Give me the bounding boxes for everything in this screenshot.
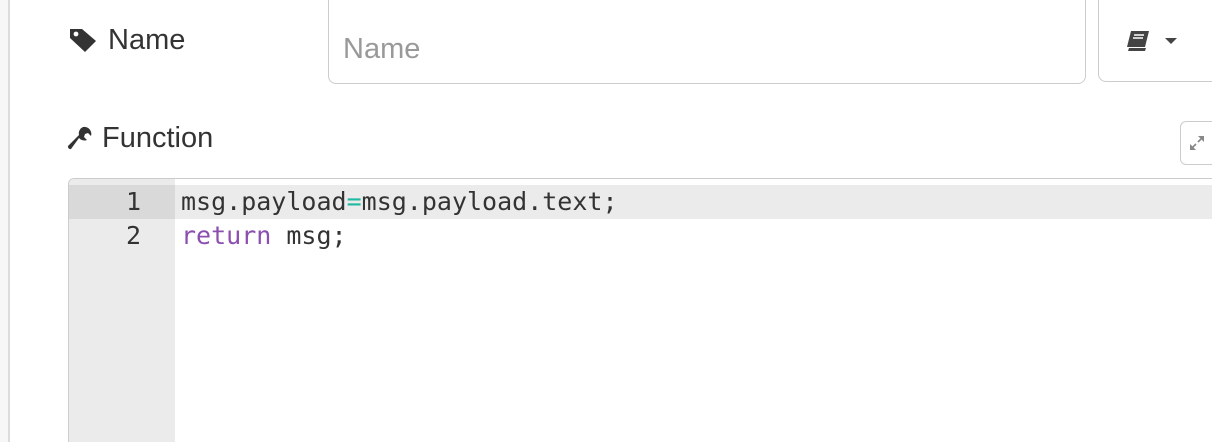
code-editor[interactable]: 1 msg.payload=msg.payload.text; 2 return… <box>68 178 1212 442</box>
code-line[interactable]: 2 return msg; <box>69 219 1212 253</box>
code-text: msg.payload=msg.payload.text; <box>181 185 618 219</box>
expand-editor-button[interactable] <box>1180 121 1212 165</box>
wrench-icon <box>67 126 92 150</box>
name-label: Name <box>68 20 185 60</box>
icon-selector-button[interactable] <box>1098 0 1212 82</box>
code-token: msg; <box>271 221 347 250</box>
name-input[interactable] <box>328 0 1086 84</box>
book-icon <box>1127 30 1149 51</box>
name-label-text: Name <box>108 23 186 56</box>
code-token: msg.payload <box>181 187 347 216</box>
function-label: Function <box>66 118 213 158</box>
code-token-operator: = <box>346 187 362 216</box>
panel-left-edge <box>0 0 10 442</box>
code-line[interactable]: 1 msg.payload=msg.payload.text; <box>69 185 1212 219</box>
caret-down-icon <box>1165 37 1177 44</box>
function-label-text: Function <box>102 121 214 154</box>
expand-icon <box>1190 136 1204 150</box>
code-token-keyword: return <box>181 221 272 250</box>
function-node-editor: Name Function 1 msg.payload=msg.payload.… <box>0 0 1212 442</box>
line-number: 2 <box>125 221 141 250</box>
code-text: return msg; <box>181 219 347 253</box>
tag-icon <box>70 29 96 52</box>
code-token: msg.payload.text; <box>361 187 618 216</box>
line-number: 1 <box>69 185 175 219</box>
